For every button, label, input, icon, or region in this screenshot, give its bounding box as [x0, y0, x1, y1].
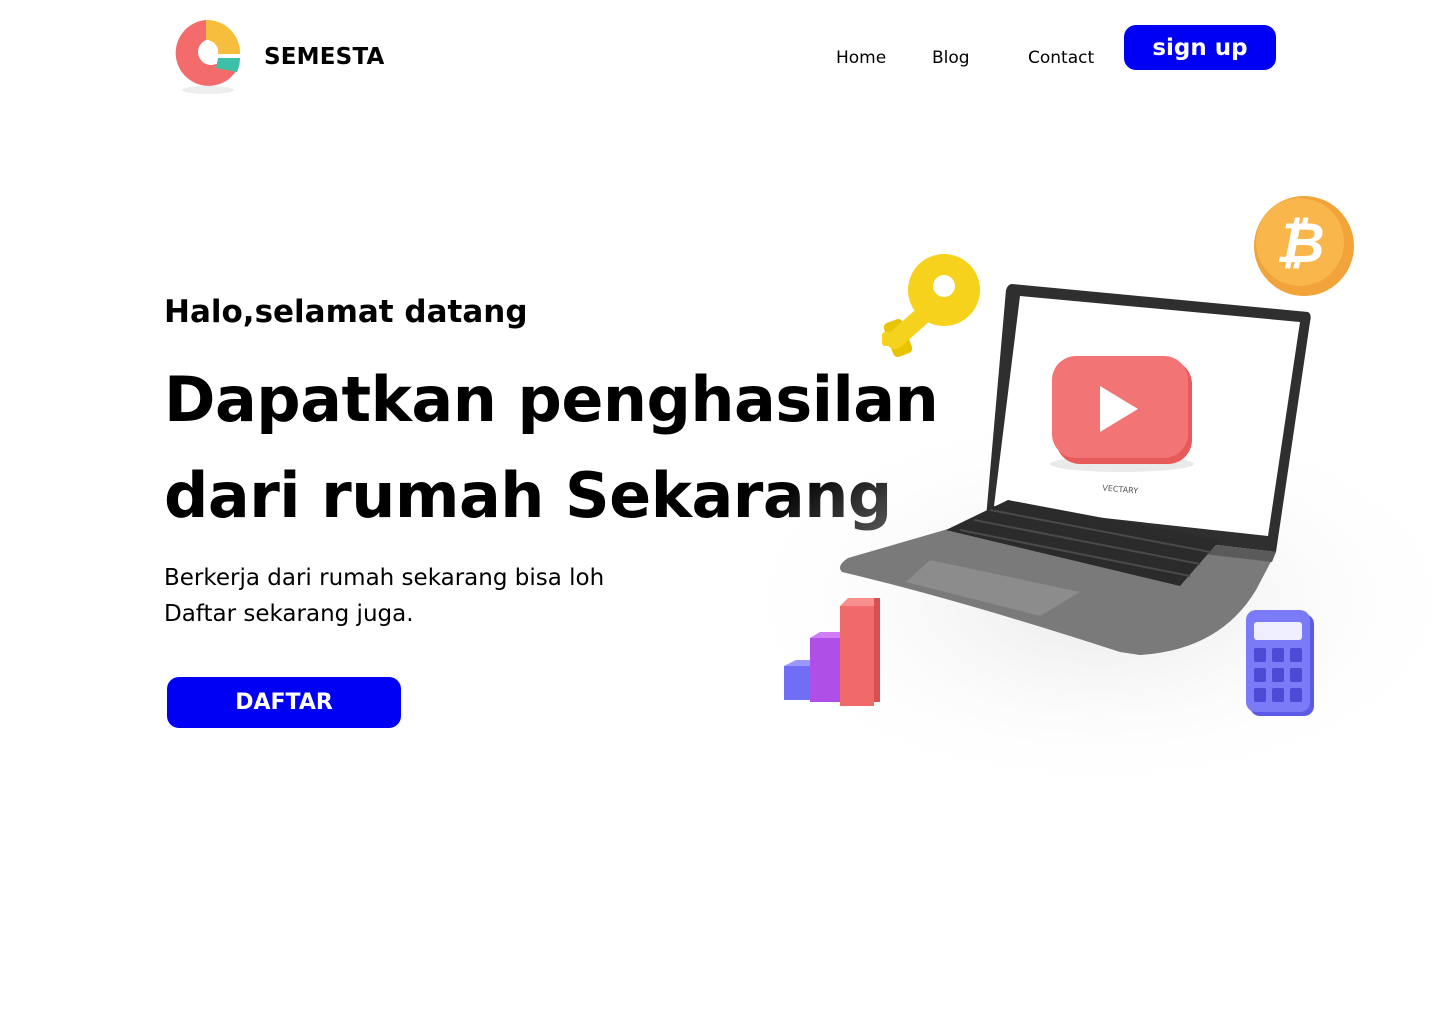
play-button-icon — [1050, 356, 1194, 472]
key-icon — [882, 254, 980, 357]
nav-home-link[interactable]: Home — [836, 48, 886, 68]
nav-blog-link[interactable]: Blog — [932, 48, 970, 68]
bitcoin-coin-icon: ₿ — [1254, 196, 1354, 296]
svg-text:₿: ₿ — [1275, 211, 1324, 276]
daftar-button[interactable]: DAFTAR — [167, 677, 401, 728]
sign-up-button[interactable]: sign up — [1124, 25, 1276, 70]
calculator-icon — [1246, 610, 1314, 716]
hero-subtext-line1: Berkerja dari rumah sekarang bisa loh — [164, 565, 605, 591]
nav-contact-link[interactable]: Contact — [1028, 48, 1094, 68]
hero-subtext: Berkerja dari rumah sekarang bisa loh Da… — [164, 560, 604, 632]
hero-subtext-line2: Daftar sekarang juga. — [164, 601, 414, 627]
brand-name: SEMESTA — [264, 44, 385, 70]
hero-illustration: ₿ VECTARY — [660, 180, 1440, 800]
logo-icon[interactable] — [172, 18, 244, 96]
hero-greeting: Halo,selamat datang — [164, 294, 528, 330]
